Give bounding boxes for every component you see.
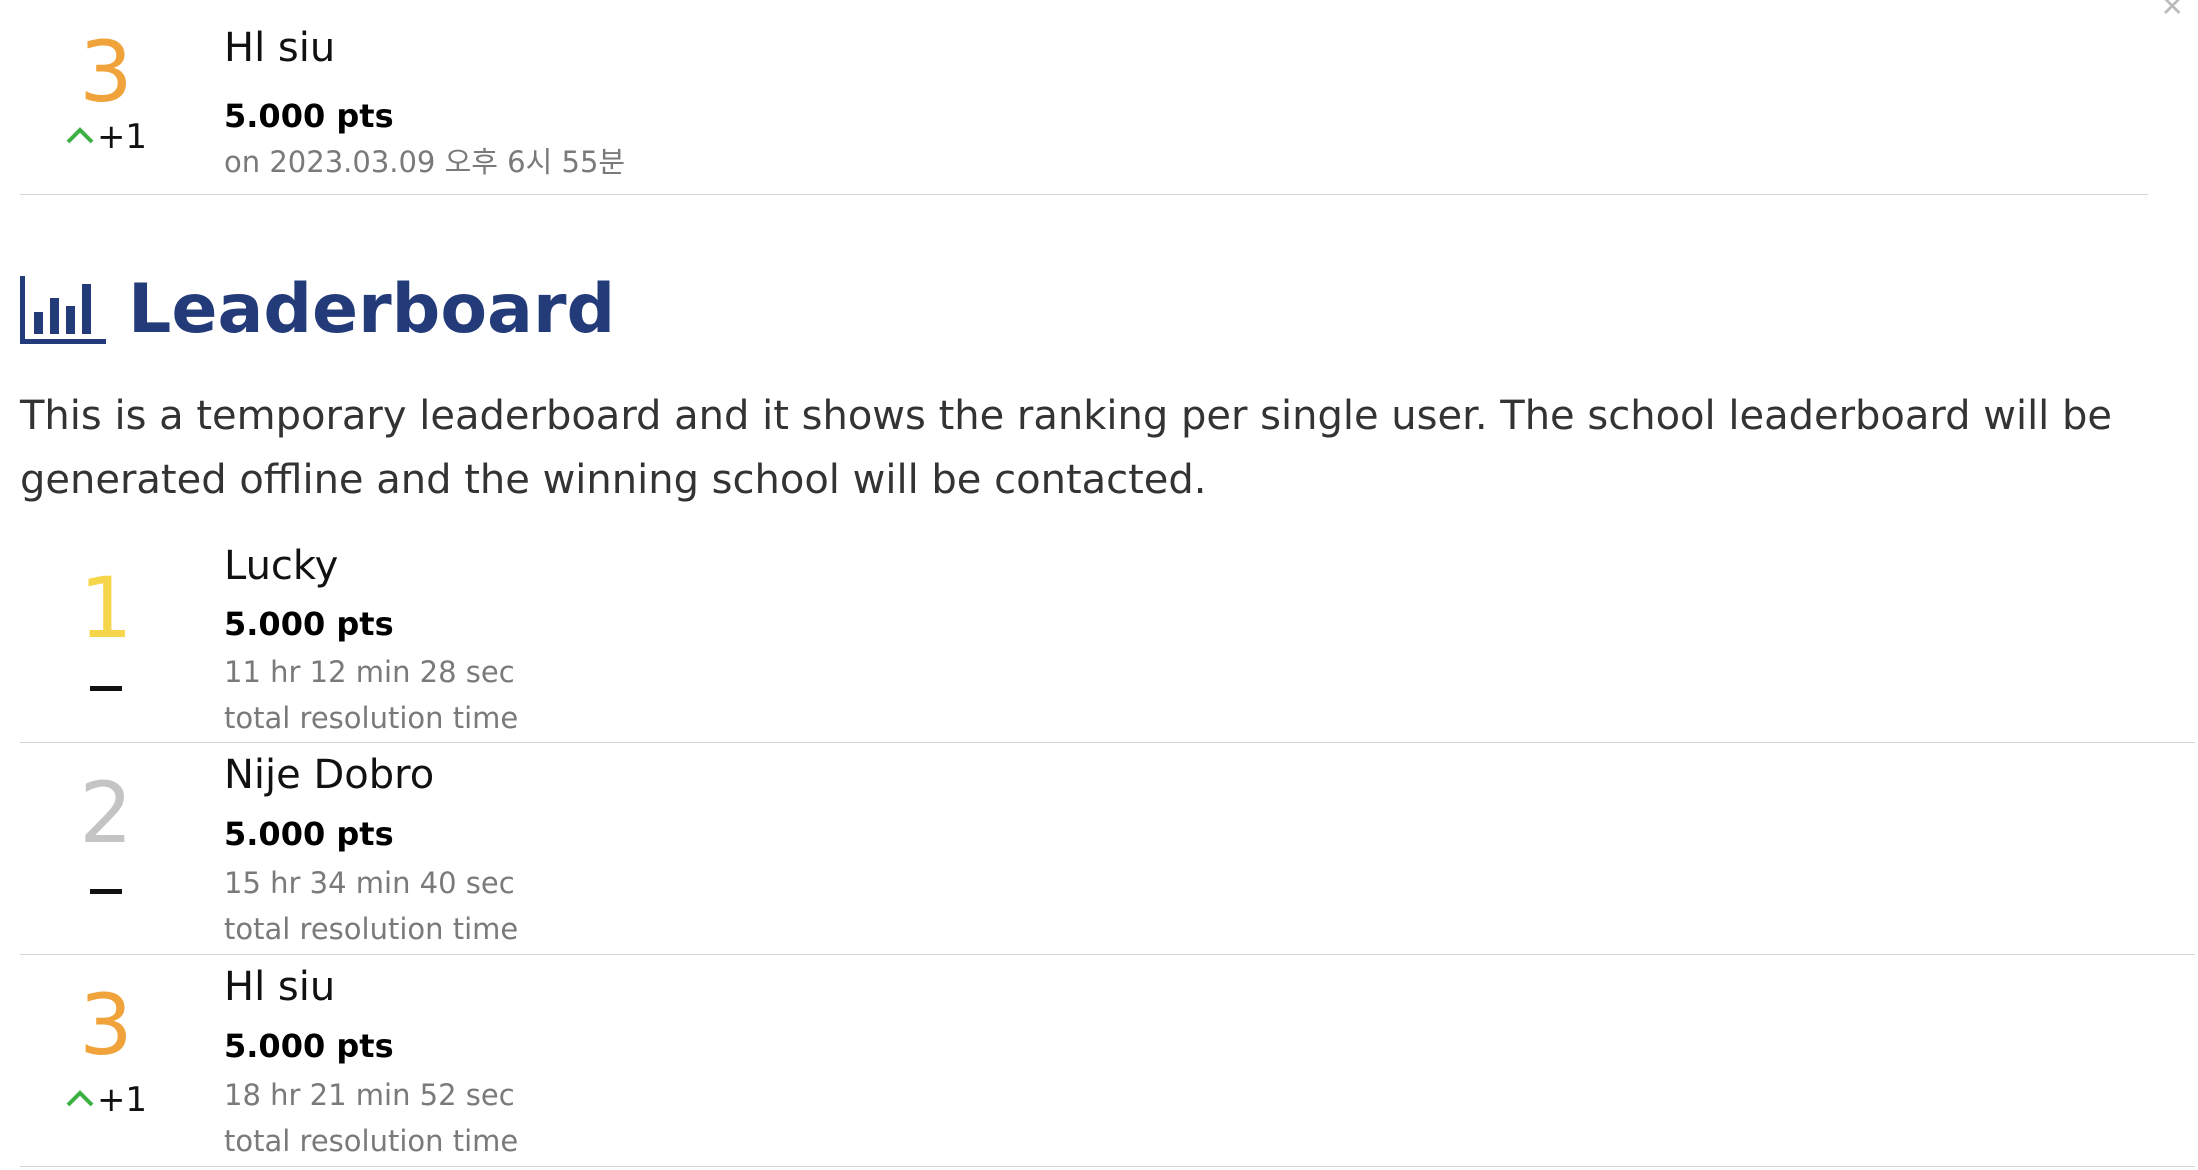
leaderboard-row: 1 Lucky 5.000 pts 11 hr 12 min 28 sec to… — [20, 542, 2195, 743]
user-points: 5.000 pts — [224, 1027, 394, 1065]
leaderboard-description: This is a temporary leaderboard and it s… — [20, 393, 2113, 503]
bar-chart-icon — [20, 276, 106, 344]
rank-change — [20, 670, 192, 704]
page: ✕ 3 +1 Hl siu 5.000 pts on 2023.03.09 오후… — [0, 0, 2198, 1170]
resolution-time: 15 hr 34 min 40 sec — [224, 866, 515, 900]
resolution-time-label: total resolution time — [224, 1124, 519, 1158]
page-title: Leaderboard — [128, 270, 616, 349]
user-points: 5.000 pts — [224, 605, 394, 643]
my-rank-row: 3 +1 Hl siu 5.000 pts on 2023.03.09 오후 6… — [20, 0, 2148, 195]
user-name: Hl siu — [224, 25, 336, 71]
user-points: 5.000 pts — [224, 815, 394, 853]
resolution-time-label: total resolution time — [224, 701, 519, 735]
up-arrow-icon — [66, 126, 94, 143]
leaderboard-row: 2 Nije Dobro 5.000 pts 15 hr 34 min 40 s… — [20, 743, 2195, 955]
rank-change-value: +1 — [96, 1080, 148, 1120]
rank-number: 2 — [79, 764, 133, 862]
leaderboard-heading: Leaderboard — [20, 270, 615, 350]
user-name: Nije Dobro — [224, 752, 435, 798]
rank-change: +1 — [20, 120, 192, 154]
resolution-time-label: total resolution time — [224, 912, 519, 946]
submission-date: on 2023.03.09 오후 6시 55분 — [224, 145, 626, 179]
user-points: 5.000 pts — [224, 97, 394, 135]
up-arrow-icon — [66, 1089, 94, 1106]
user-name: Lucky — [224, 543, 339, 589]
rank-change: +1 — [20, 1083, 192, 1117]
rank-change — [20, 873, 192, 907]
resolution-time: 11 hr 12 min 28 sec — [224, 655, 515, 689]
user-name: Hl siu — [224, 964, 336, 1010]
no-change-icon — [90, 889, 122, 894]
leaderboard-row: 3 +1 Hl siu 5.000 pts 18 hr 21 min 52 se… — [20, 955, 2195, 1167]
rank-number: 3 — [79, 976, 133, 1074]
resolution-time: 18 hr 21 min 52 sec — [224, 1078, 515, 1112]
rank-number: 1 — [79, 559, 133, 657]
no-change-icon — [90, 686, 122, 691]
rank-change-value: +1 — [96, 117, 148, 157]
rank-number: 3 — [79, 23, 133, 121]
close-icon[interactable]: ✕ — [2161, 0, 2184, 23]
